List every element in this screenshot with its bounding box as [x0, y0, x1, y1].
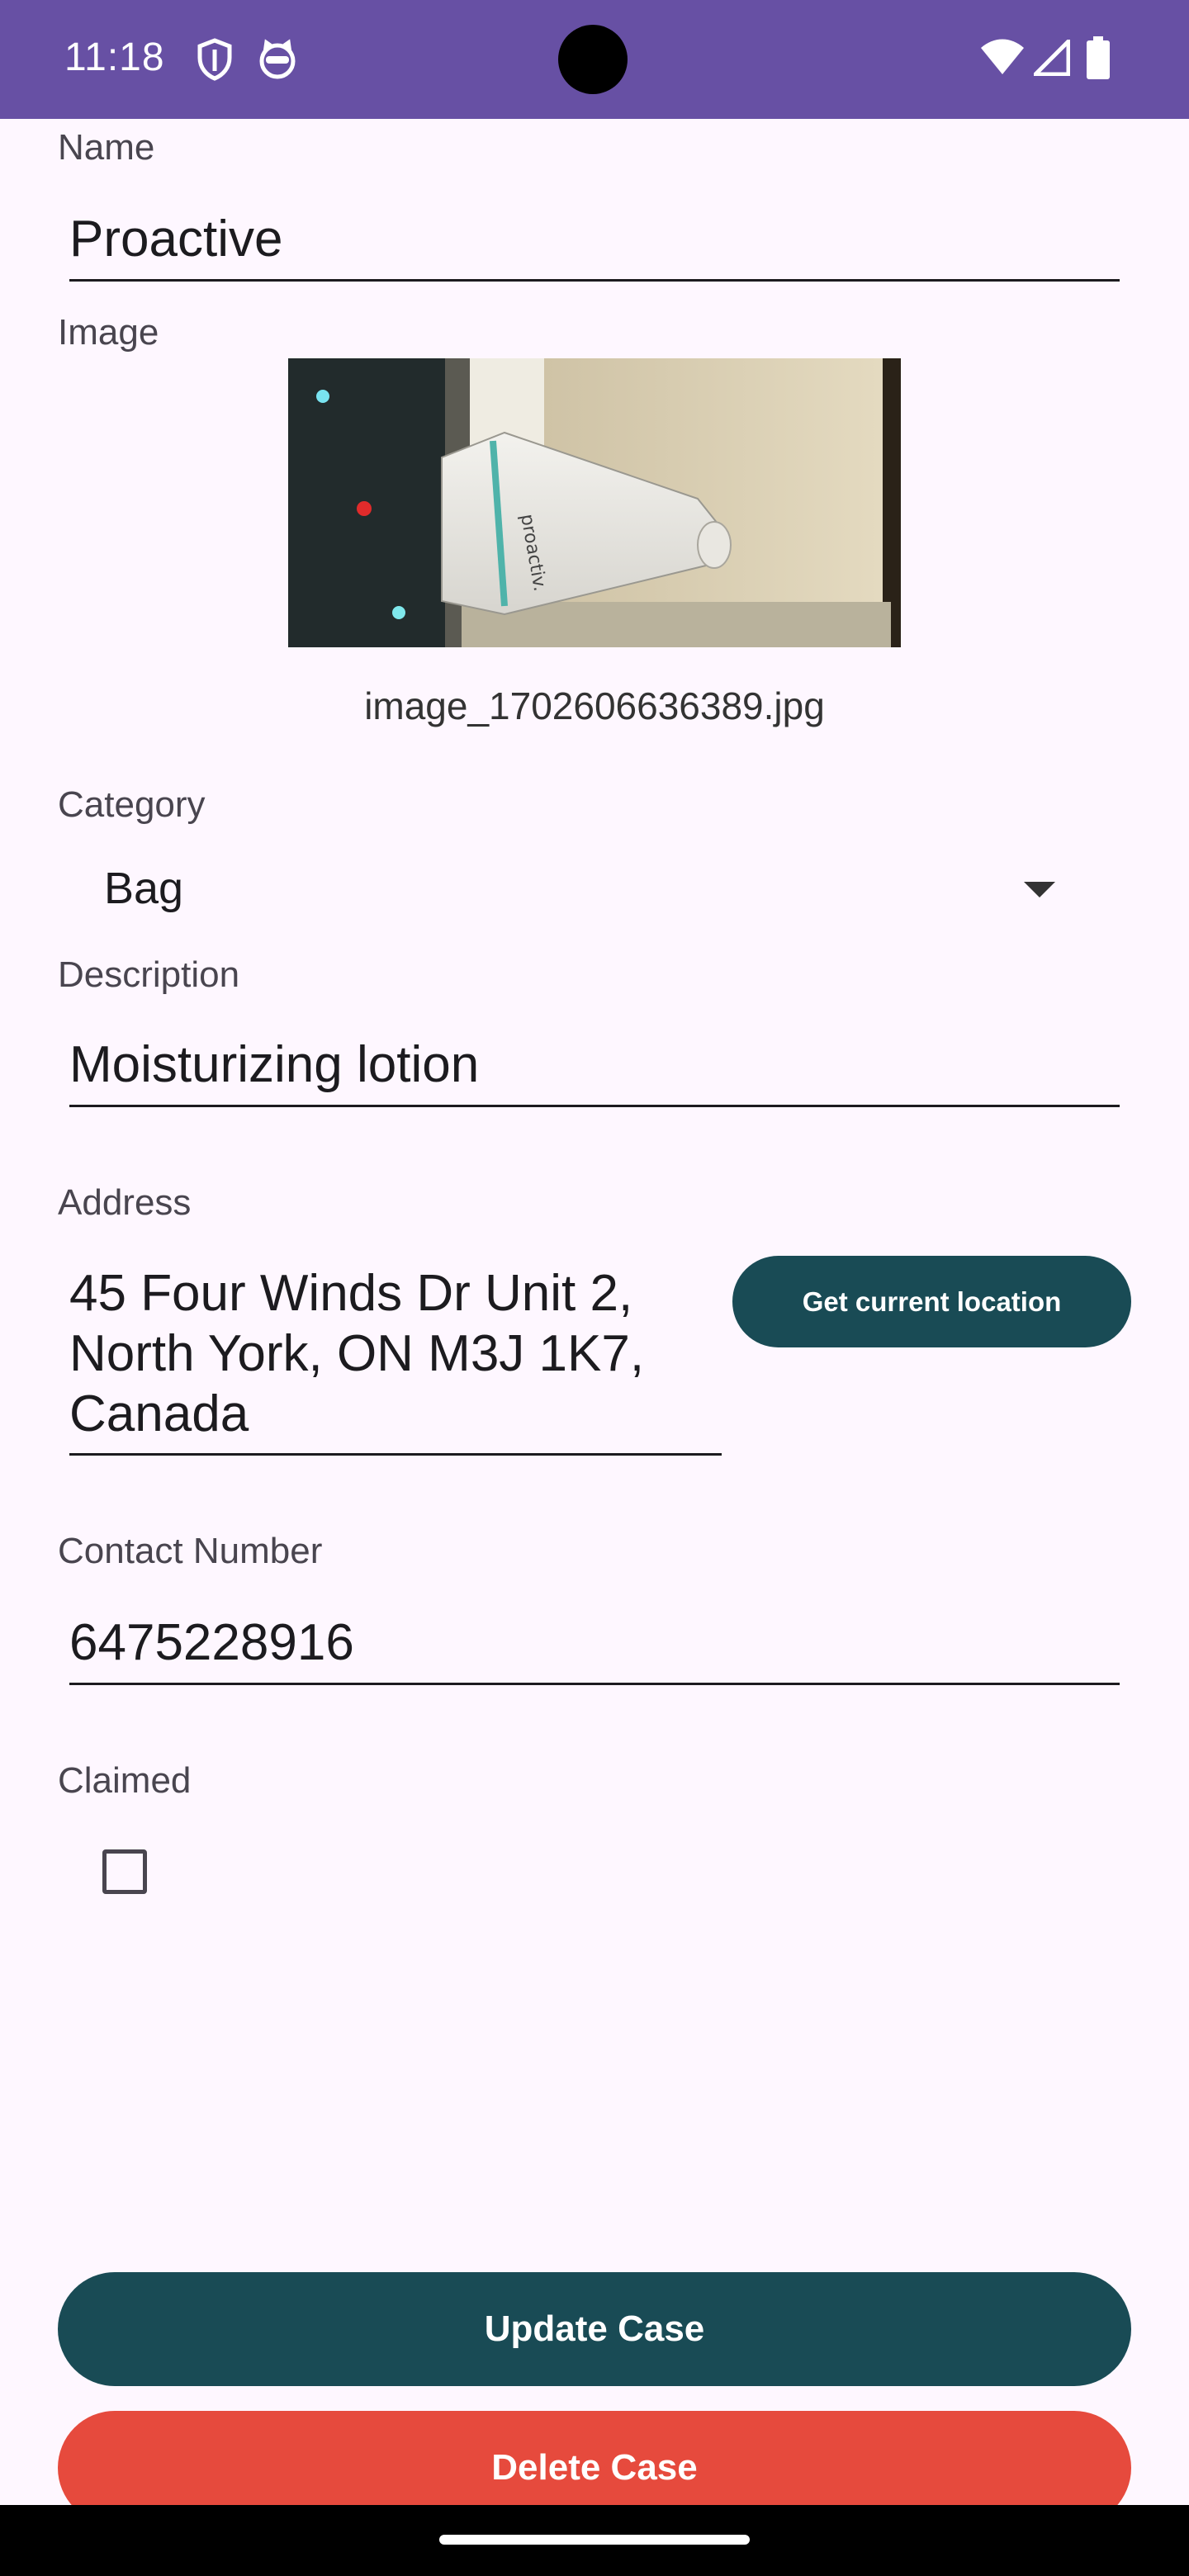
- address-input-underline: [69, 1453, 722, 1456]
- name-input[interactable]: Proactive: [69, 210, 282, 268]
- image-label: Image: [58, 312, 159, 353]
- address-label: Address: [58, 1182, 192, 1223]
- home-indicator[interactable]: [439, 2535, 750, 2545]
- contact-number-label: Contact Number: [58, 1531, 323, 1571]
- category-dropdown[interactable]: [58, 834, 1131, 949]
- image-filename: image_1702606636389.jpg: [364, 684, 825, 727]
- description-label: Description: [58, 954, 240, 995]
- address-input[interactable]: 45 Four Winds Dr Unit 2, North York, ON …: [69, 1263, 713, 1444]
- description-input[interactable]: Moisturizing lotion: [69, 1035, 479, 1094]
- status-bar: 11:18: [0, 0, 1189, 119]
- description-input-underline: [69, 1105, 1120, 1107]
- category-selected-value: Bag: [104, 864, 184, 913]
- cat-face-icon: [259, 39, 296, 79]
- item-photo[interactable]: proactiv.: [288, 358, 901, 647]
- name-input-underline: [69, 279, 1120, 282]
- get-current-location-button[interactable]: Get current location: [732, 1256, 1131, 1347]
- shield-icon: [197, 38, 232, 81]
- status-time: 11:18: [64, 36, 165, 79]
- contact-number-input-underline: [69, 1683, 1120, 1685]
- signal-icon: [1034, 40, 1070, 76]
- claimed-checkbox[interactable]: [102, 1849, 147, 1894]
- claimed-label: Claimed: [58, 1760, 192, 1801]
- contact-number-input[interactable]: 6475228916: [69, 1613, 354, 1672]
- category-label: Category: [58, 784, 206, 825]
- update-case-button[interactable]: Update Case: [58, 2272, 1131, 2386]
- battery-icon: [1087, 36, 1110, 79]
- camera-cutout: [558, 25, 628, 94]
- dropdown-arrow-icon[interactable]: [1024, 882, 1055, 897]
- wifi-icon: [981, 39, 1024, 74]
- name-label: Name: [58, 127, 155, 168]
